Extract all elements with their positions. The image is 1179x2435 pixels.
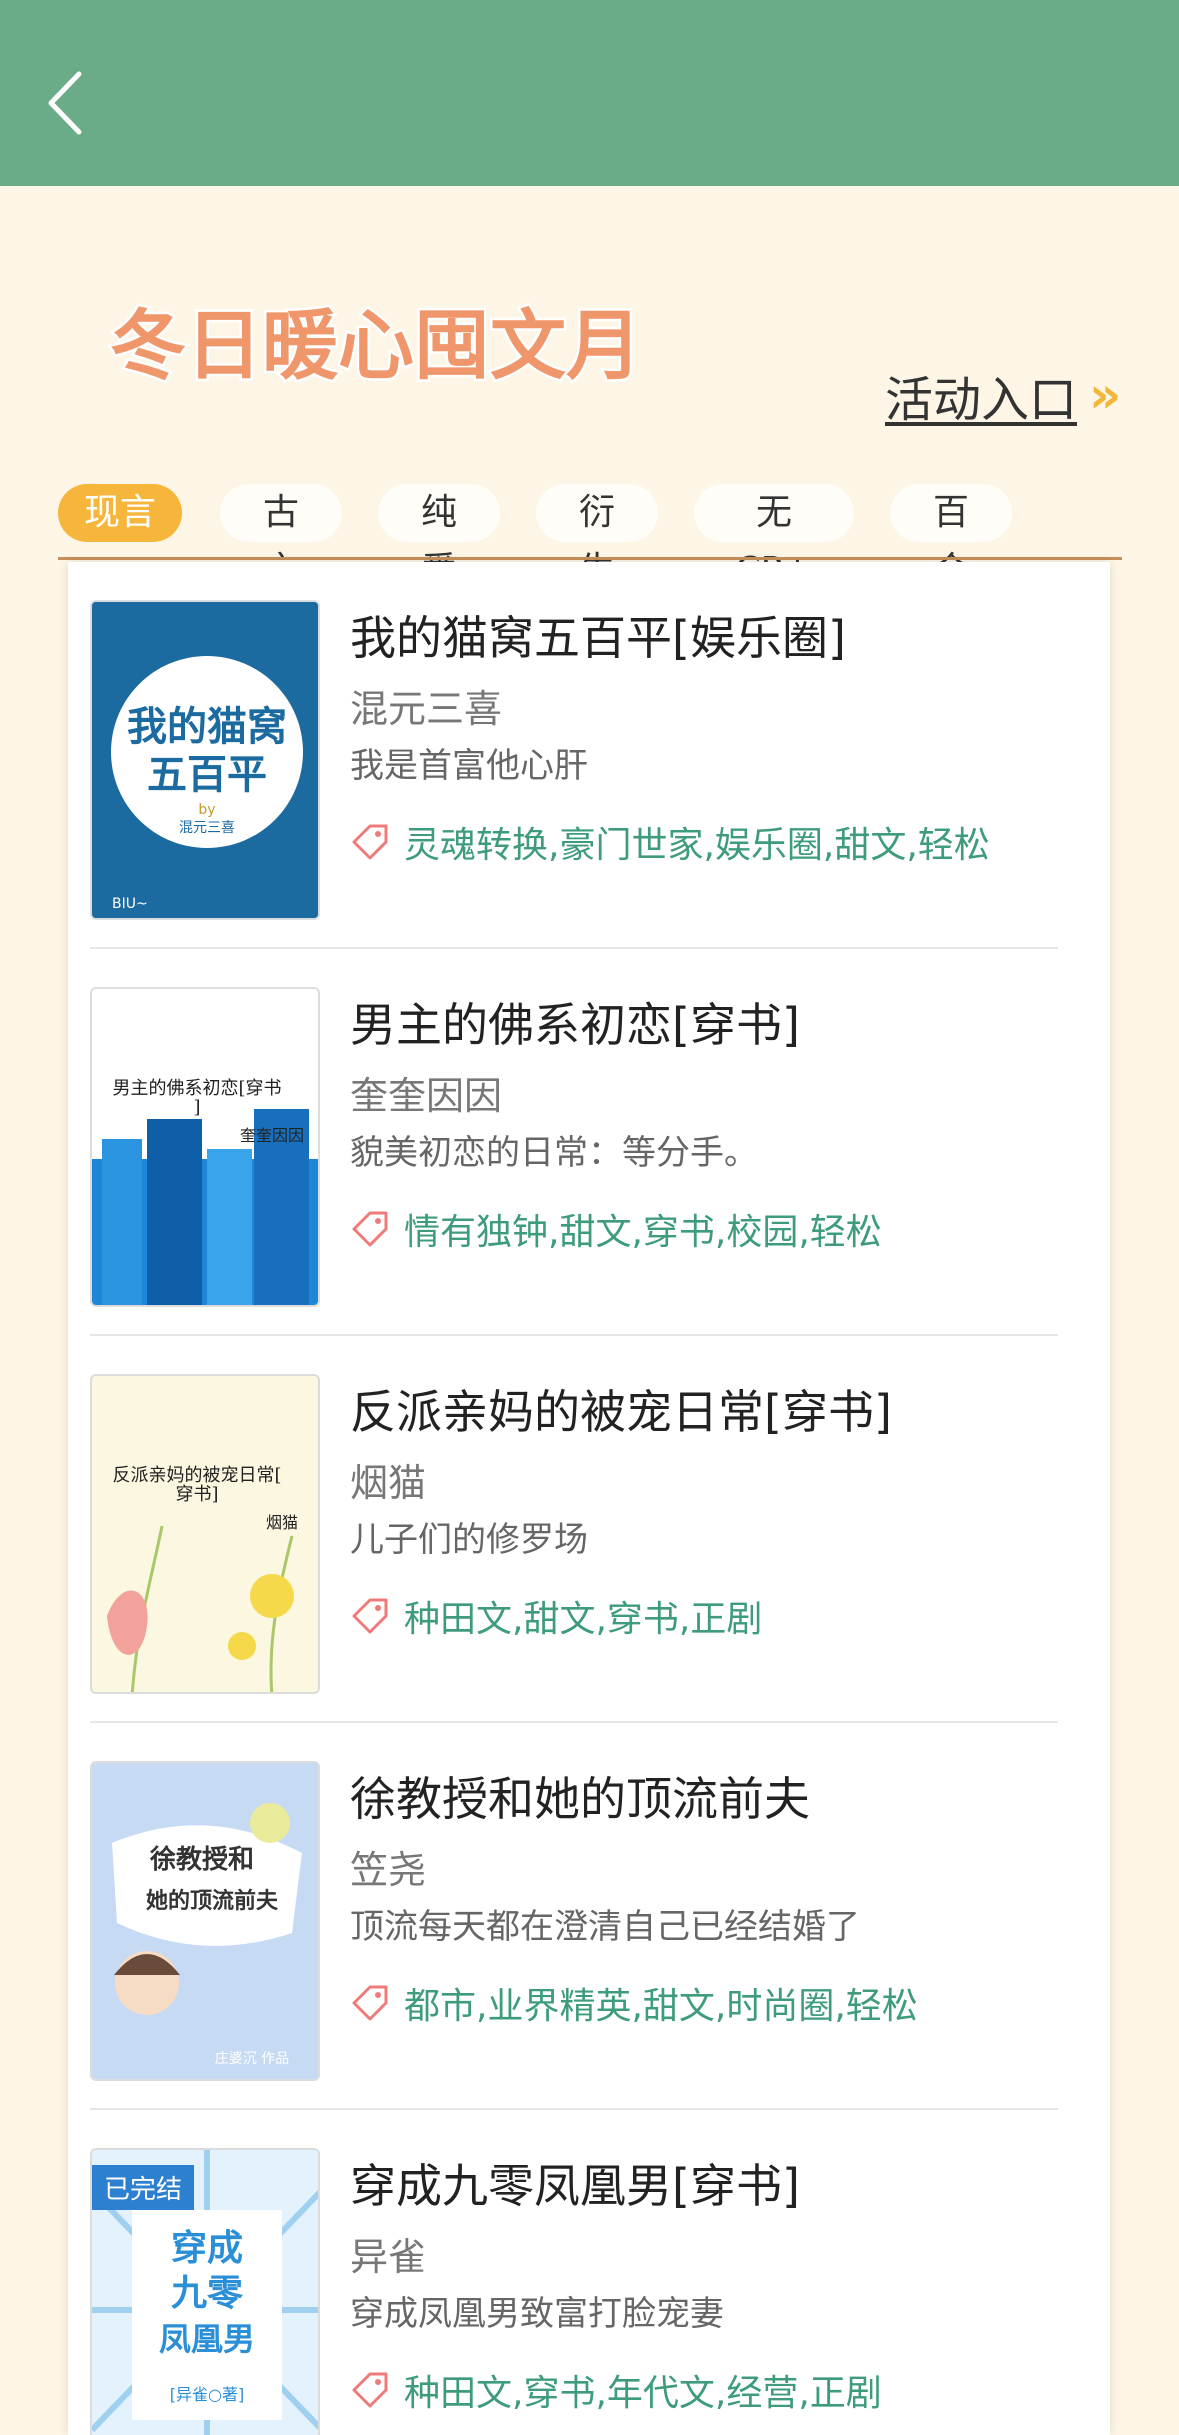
back-button[interactable] bbox=[30, 58, 100, 148]
book-title[interactable]: 徐教授和她的顶流前夫 bbox=[350, 1763, 810, 1829]
cover-by: by bbox=[198, 802, 215, 818]
book-tags: 种田文,甜文,穿书,正剧 bbox=[350, 1590, 762, 1642]
event-banner: 冬日暖心囤文月 bbox=[108, 299, 645, 393]
activity-entry-link[interactable]: 活动入口 » bbox=[885, 360, 1121, 430]
book-author[interactable]: 异雀 bbox=[350, 2226, 426, 2281]
cover-title-line1: 反派亲妈的被宠日常[ bbox=[112, 1465, 281, 1486]
cover-title-line2: ] bbox=[193, 1097, 200, 1118]
list-item[interactable]: 我的猫窝 五百平 by 混元三喜 BIU~ 我的猫窝五百平[娱乐圈] 混元三喜 … bbox=[90, 562, 1058, 949]
cover-title-line3: 凤凰男 bbox=[159, 2320, 255, 2358]
list-item[interactable]: 徐教授和 她的顶流前夫 庄婆沉 作品 徐教授和她的顶流前夫 笠尧 顶流每天都在澄… bbox=[90, 1723, 1058, 2110]
tab-yansheng[interactable]: 衍生 bbox=[536, 484, 658, 591]
tag-icon bbox=[352, 1598, 388, 1634]
cover-title-line1: 徐教授和 bbox=[149, 1844, 254, 1875]
cover-author: 混元三喜 bbox=[179, 820, 235, 836]
tag-icon bbox=[352, 824, 388, 860]
book-tags-text: 种田文,甜文,穿书,正剧 bbox=[404, 1599, 763, 1640]
book-cover[interactable]: 我的猫窝 五百平 by 混元三喜 BIU~ bbox=[90, 600, 320, 920]
cover-title-line2: 她的顶流前夫 bbox=[146, 1888, 279, 1914]
double-chevron-right-icon: » bbox=[1089, 366, 1121, 424]
book-tags: 情有独钟,甜文,穿书,校园,轻松 bbox=[350, 1203, 882, 1255]
cover-author: 庄婆沉 作品 bbox=[215, 2050, 289, 2067]
book-tags: 都市,业界精英,甜文,时尚圈,轻松 bbox=[350, 1977, 918, 2029]
book-tags: 种田文,穿书,年代文,经营,正剧 bbox=[350, 2364, 882, 2416]
book-cover[interactable]: 男主的佛系初恋[穿书 ] 奎奎因因 bbox=[90, 987, 320, 1307]
book-description: 穿成凤凰男致富打脸宠妻 bbox=[350, 2294, 724, 2334]
book-description: 貌美初恋的日常：等分手。 bbox=[350, 1133, 758, 1173]
cover-title-line2: 九零 bbox=[171, 2273, 244, 2314]
cover-author: 烟猫 bbox=[266, 1513, 298, 1532]
cover-title-line1: 我的猫窝 bbox=[127, 704, 287, 750]
book-tags-text: 灵魂转换,豪门世家,娱乐圈,甜文,轻松 bbox=[404, 825, 990, 866]
tag-icon bbox=[352, 1985, 388, 2021]
book-cover[interactable]: 反派亲妈的被宠日常[ 穿书] 烟猫 bbox=[90, 1374, 320, 1694]
book-title[interactable]: 我的猫窝五百平[娱乐圈] bbox=[350, 602, 846, 668]
cover-brand: BIU~ bbox=[112, 896, 148, 912]
cover-author: [异雀○著] bbox=[170, 2385, 244, 2404]
tab-wucp[interactable]: 无CP+ bbox=[694, 484, 854, 591]
chevron-left-icon bbox=[48, 71, 82, 135]
tab-guyan[interactable]: 古言 bbox=[220, 484, 342, 591]
tabs-divider bbox=[58, 557, 1122, 560]
book-description: 我是首富他心肝 bbox=[350, 746, 588, 786]
cover-title-line1: 男主的佛系初恋[穿书 bbox=[112, 1077, 281, 1099]
tag-icon bbox=[352, 2372, 388, 2408]
book-tags-text: 情有独钟,甜文,穿书,校园,轻松 bbox=[404, 1212, 882, 1253]
cover-title-line2: 穿书] bbox=[175, 1484, 218, 1505]
list-item[interactable]: 男主的佛系初恋[穿书 ] 奎奎因因 男主的佛系初恋[穿书] 奎奎因因 貌美初恋的… bbox=[90, 949, 1058, 1336]
cover-author: 奎奎因因 bbox=[240, 1126, 304, 1145]
book-cover[interactable]: 徐教授和 她的顶流前夫 庄婆沉 作品 bbox=[90, 1761, 320, 2081]
list-item[interactable]: 反派亲妈的被宠日常[ 穿书] 烟猫 反派亲妈的被宠日常[穿书] 烟猫 儿子们的修… bbox=[90, 1336, 1058, 1723]
tag-icon bbox=[352, 1211, 388, 1247]
completed-badge: 已完结 bbox=[92, 2165, 195, 2210]
book-author[interactable]: 混元三喜 bbox=[350, 678, 502, 733]
book-author[interactable]: 奎奎因因 bbox=[350, 1065, 502, 1120]
top-bar bbox=[0, 0, 1179, 186]
tab-xianyan[interactable]: 现言 bbox=[58, 484, 182, 542]
book-tags-text: 种田文,穿书,年代文,经营,正剧 bbox=[404, 2373, 882, 2414]
tab-chunai[interactable]: 纯爱 bbox=[378, 484, 500, 591]
book-tags-text: 都市,业界精英,甜文,时尚圈,轻松 bbox=[404, 1986, 918, 2027]
list-item[interactable]: 穿成 九零 凤凰男 [异雀○著] 已完结 穿成九零凤凰男[穿书] 异雀 穿成凤凰… bbox=[90, 2110, 1058, 2435]
book-author[interactable]: 烟猫 bbox=[350, 1452, 426, 1507]
book-title[interactable]: 穿成九零凤凰男[穿书] bbox=[350, 2150, 800, 2216]
book-author[interactable]: 笠尧 bbox=[350, 1839, 426, 1894]
book-title[interactable]: 反派亲妈的被宠日常[穿书] bbox=[350, 1376, 892, 1442]
category-tabs: 现言 古言 纯爱 衍生 无CP+ 百合 bbox=[58, 484, 1122, 591]
book-title[interactable]: 男主的佛系初恋[穿书] bbox=[350, 989, 800, 1055]
event-banner-text: 冬日暖心囤文月 bbox=[110, 301, 642, 390]
cover-title-line1: 穿成 bbox=[171, 2228, 243, 2269]
book-description: 儿子们的修罗场 bbox=[350, 1520, 588, 1560]
book-cover[interactable]: 穿成 九零 凤凰男 [异雀○著] 已完结 bbox=[90, 2148, 320, 2435]
tab-baihe[interactable]: 百合 bbox=[890, 484, 1012, 591]
activity-entry-label: 活动入口 bbox=[885, 372, 1078, 428]
book-tags: 灵魂转换,豪门世家,娱乐圈,甜文,轻松 bbox=[350, 816, 990, 868]
book-description: 顶流每天都在澄清自己已经结婚了 bbox=[350, 1907, 860, 1947]
cover-title-line2: 五百平 bbox=[147, 752, 267, 798]
book-list: 我的猫窝 五百平 by 混元三喜 BIU~ 我的猫窝五百平[娱乐圈] 混元三喜 … bbox=[68, 562, 1110, 2435]
